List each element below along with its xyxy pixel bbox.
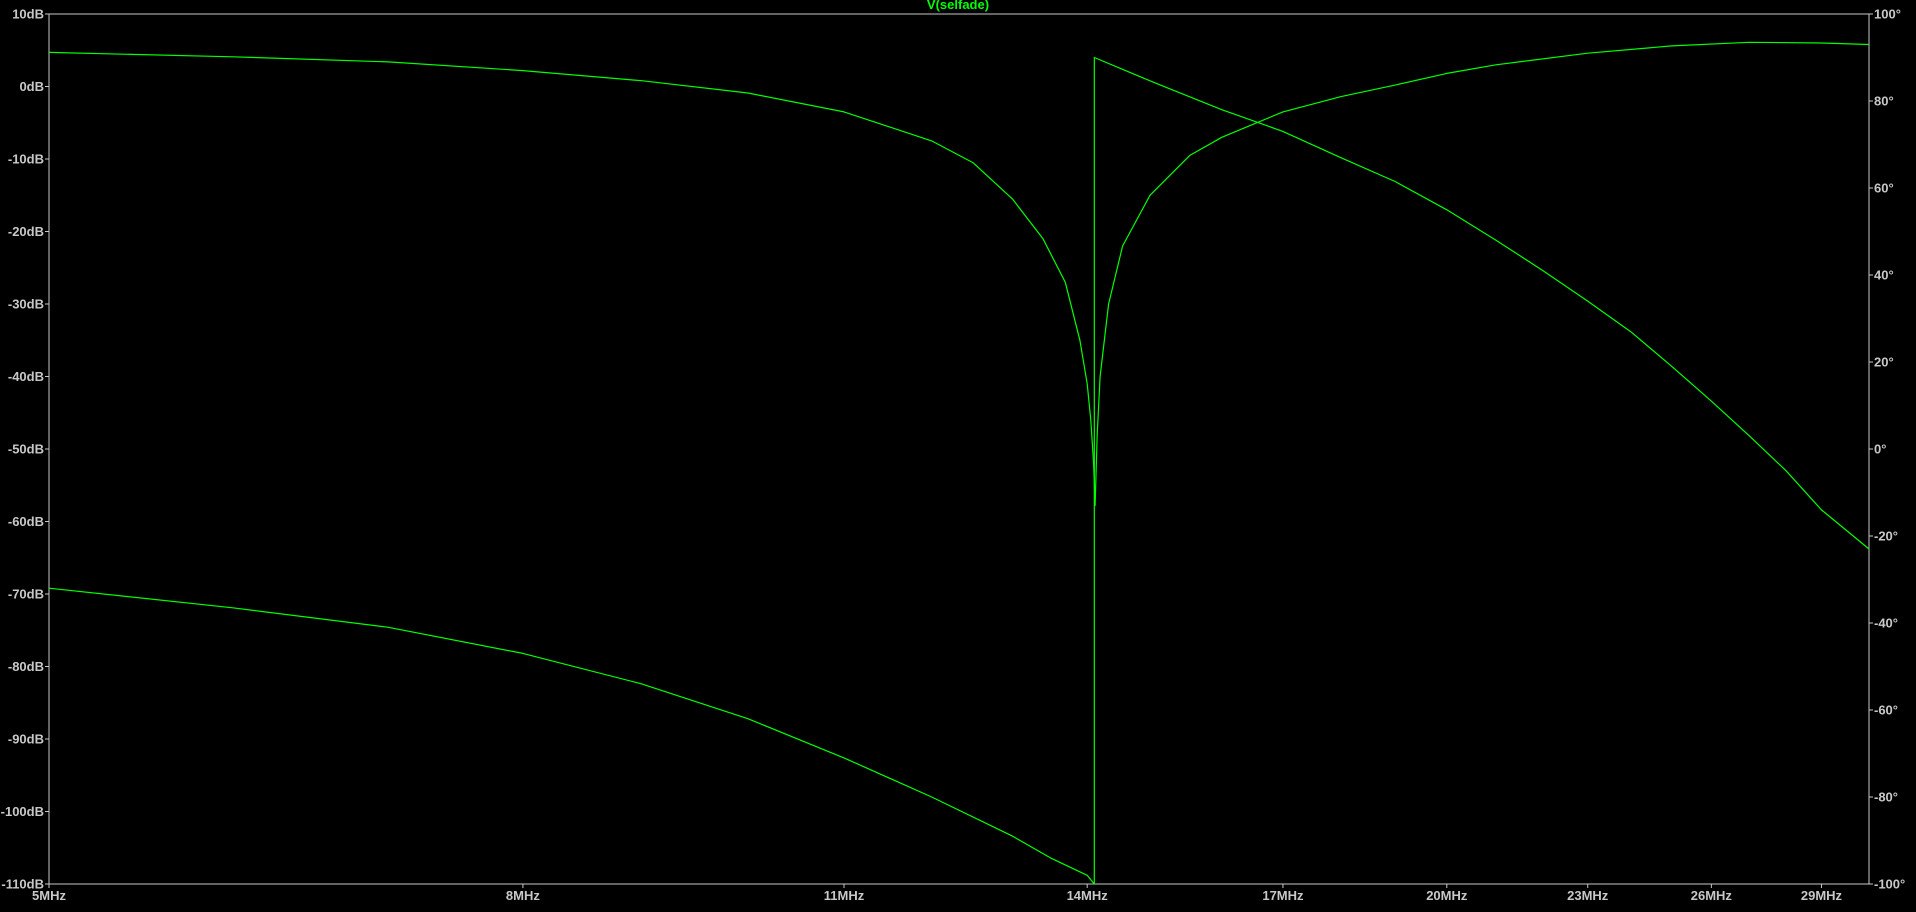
right-axis-ticks: 100° 80° 60° 40° 20° 0° -20° -40° -60° -80° -100° xyxy=(1869,7,1905,892)
x-tick-label: 29MHz xyxy=(1801,888,1843,903)
right-tick-label: -20° xyxy=(1874,529,1898,544)
chart-title: V(selfade) xyxy=(927,0,989,12)
x-tick-label: 23MHz xyxy=(1567,888,1609,903)
left-tick-label: -20dB xyxy=(8,224,44,239)
left-tick-label: -80dB xyxy=(8,659,44,674)
x-tick-label: 14MHz xyxy=(1067,888,1109,903)
left-tick-label: -50dB xyxy=(8,442,44,457)
x-tick-label: 20MHz xyxy=(1426,888,1468,903)
right-tick-label: -40° xyxy=(1874,616,1898,631)
left-tick-label: 0dB xyxy=(19,79,44,94)
x-tick-label: 11MHz xyxy=(824,888,865,903)
left-tick-label: -70dB xyxy=(8,587,44,602)
left-tick-label: -100dB xyxy=(1,804,44,819)
left-tick-label: -30dB xyxy=(8,297,44,312)
x-axis-ticks: 5MHz 8MHz 11MHz 14MHz 17MHz 20MHz 23MHz 26MHz 29… xyxy=(32,884,1843,903)
right-tick-label: -60° xyxy=(1874,703,1898,718)
x-tick-label: 17MHz xyxy=(1262,888,1304,903)
right-tick-label: 20° xyxy=(1874,355,1894,370)
left-tick-label: 10dB xyxy=(12,7,44,22)
left-tick-label: -10dB xyxy=(8,152,44,167)
right-tick-label: -100° xyxy=(1874,877,1905,892)
left-axis-ticks: 10dB 0dB -10dB -20dB -30dB -40dB -50dB -60dB -70… xyxy=(1,7,49,892)
right-tick-label: 0° xyxy=(1874,442,1886,457)
right-tick-label: -80° xyxy=(1874,790,1898,805)
left-tick-label: -90dB xyxy=(8,732,44,747)
plot-frame xyxy=(48,13,1870,885)
right-tick-label: 80° xyxy=(1874,94,1894,109)
left-tick-label: -60dB xyxy=(8,514,44,529)
x-tick-label: 8MHz xyxy=(506,888,540,903)
left-tick-label: -40dB xyxy=(8,369,44,384)
bode-plot: V(selfade) 10dB 0dB -10dB -20dB -30dB -40dB -5… xyxy=(1,0,1906,903)
right-tick-label: 60° xyxy=(1874,181,1894,196)
x-tick-label: 26MHz xyxy=(1691,888,1733,903)
right-tick-label: 100° xyxy=(1874,7,1901,22)
right-tick-label: 40° xyxy=(1874,268,1894,283)
x-tick-label: 5MHz xyxy=(32,888,66,903)
